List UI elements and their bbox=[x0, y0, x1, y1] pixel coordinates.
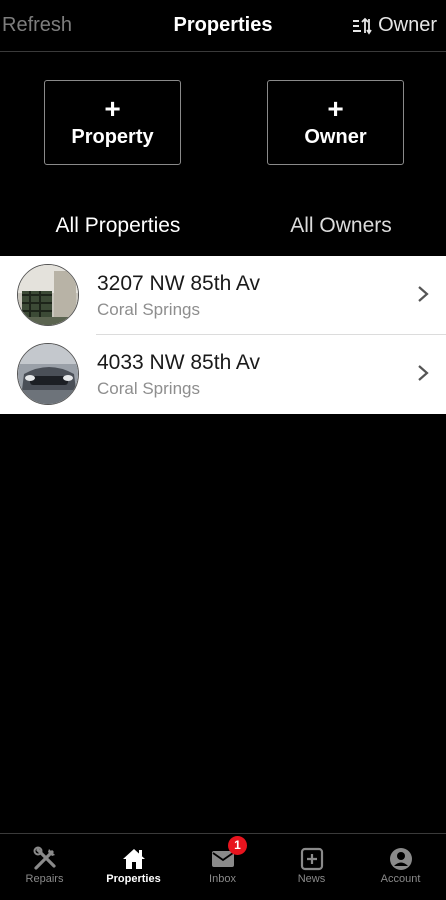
tab-news[interactable]: News bbox=[267, 834, 356, 900]
nav-bar: Refresh Properties Owner bbox=[0, 0, 446, 52]
tab-label: Account bbox=[380, 873, 421, 885]
tools-icon bbox=[33, 846, 56, 870]
unread-badge: 1 bbox=[228, 836, 247, 855]
plus-icon: + bbox=[327, 93, 344, 124]
sort-icon bbox=[353, 17, 372, 35]
tab-bar: Repairs Properties 1 Inbox News Account bbox=[0, 833, 446, 900]
plus-icon: + bbox=[104, 93, 121, 124]
chevron-right-icon bbox=[418, 286, 429, 302]
tab-repairs[interactable]: Repairs bbox=[0, 834, 89, 900]
add-owner-label: Owner bbox=[304, 126, 367, 148]
tab-label: News bbox=[297, 873, 326, 885]
sort-owner-button[interactable]: Owner bbox=[352, 14, 437, 37]
property-list: 3207 NW 85th Av Coral Springs 4033 NW 85… bbox=[0, 256, 446, 414]
tab-inbox[interactable]: 1 Inbox bbox=[178, 834, 267, 900]
tab-label: Inbox bbox=[209, 873, 236, 885]
account-icon bbox=[390, 848, 412, 870]
tab-all-owners[interactable]: All Owners bbox=[236, 214, 446, 238]
add-property-button[interactable]: + Property bbox=[44, 80, 181, 165]
chevron-right-icon bbox=[418, 365, 429, 381]
tab-properties[interactable]: Properties bbox=[89, 834, 178, 900]
tab-all-properties[interactable]: All Properties bbox=[0, 214, 236, 238]
tab-account[interactable]: Account bbox=[356, 834, 446, 900]
home-icon bbox=[122, 849, 145, 869]
sort-owner-label: Owner bbox=[378, 14, 437, 36]
add-property-label: Property bbox=[71, 126, 154, 148]
property-address: 3207 NW 85th Av bbox=[97, 272, 261, 295]
property-address: 4033 NW 85th Av bbox=[97, 351, 261, 374]
list-item[interactable]: 4033 NW 85th Av Coral Springs bbox=[0, 335, 446, 414]
add-owner-button[interactable]: + Owner bbox=[267, 80, 404, 165]
tab-label: Properties bbox=[106, 873, 161, 885]
property-city: Coral Springs bbox=[97, 379, 200, 398]
tab-label: Repairs bbox=[25, 873, 64, 885]
car-photo bbox=[17, 343, 79, 405]
property-city: Coral Springs bbox=[97, 300, 200, 319]
house-photo bbox=[17, 264, 79, 326]
plus-square-icon bbox=[300, 847, 323, 871]
refresh-button[interactable]: Refresh bbox=[2, 14, 72, 37]
list-item[interactable]: 3207 NW 85th Av Coral Springs bbox=[0, 256, 446, 335]
